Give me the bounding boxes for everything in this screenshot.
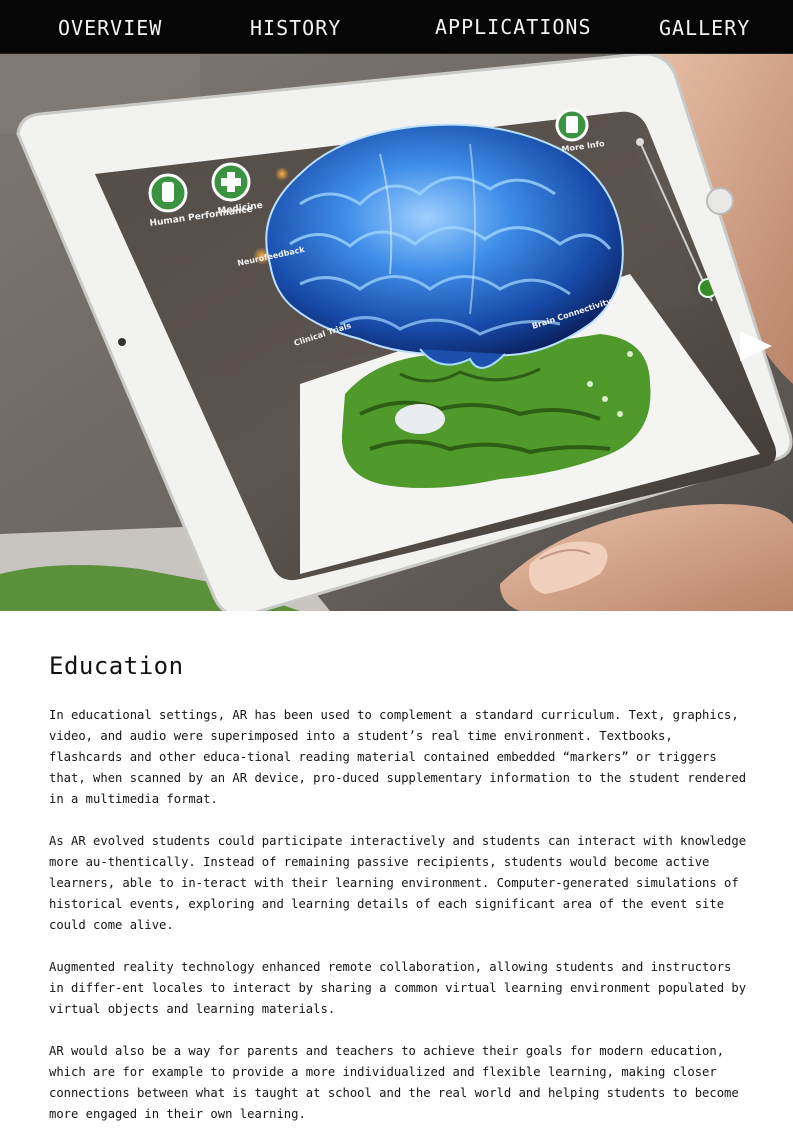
- nav-item-history[interactable]: HISTORY: [250, 16, 341, 40]
- nav-item-gallery[interactable]: GALLERY: [659, 16, 750, 40]
- nav-item-applications[interactable]: APPLICATIONS: [435, 15, 592, 39]
- paragraph-3: Augmented reality technology enhanced re…: [49, 960, 747, 1016]
- top-navigation: OVERVIEW HISTORY APPLICATIONS GALLERY: [0, 0, 793, 54]
- nav-item-overview[interactable]: OVERVIEW: [58, 16, 162, 40]
- section-title: Education: [49, 652, 184, 680]
- paragraph-4: AR would also be a way for parents and t…: [49, 1044, 739, 1121]
- paragraph-1: In educational settings, AR has been use…: [49, 708, 747, 806]
- hero-image: Human Performance Medicine More Info Neu…: [0, 54, 793, 611]
- education-article: Education In educational settings, AR ha…: [49, 650, 749, 1146]
- ar-tablet-illustration: Human Performance Medicine More Info Neu…: [0, 54, 793, 611]
- paragraph-2: As AR evolved students could participate…: [49, 834, 747, 932]
- play-triangle-icon[interactable]: [738, 329, 774, 363]
